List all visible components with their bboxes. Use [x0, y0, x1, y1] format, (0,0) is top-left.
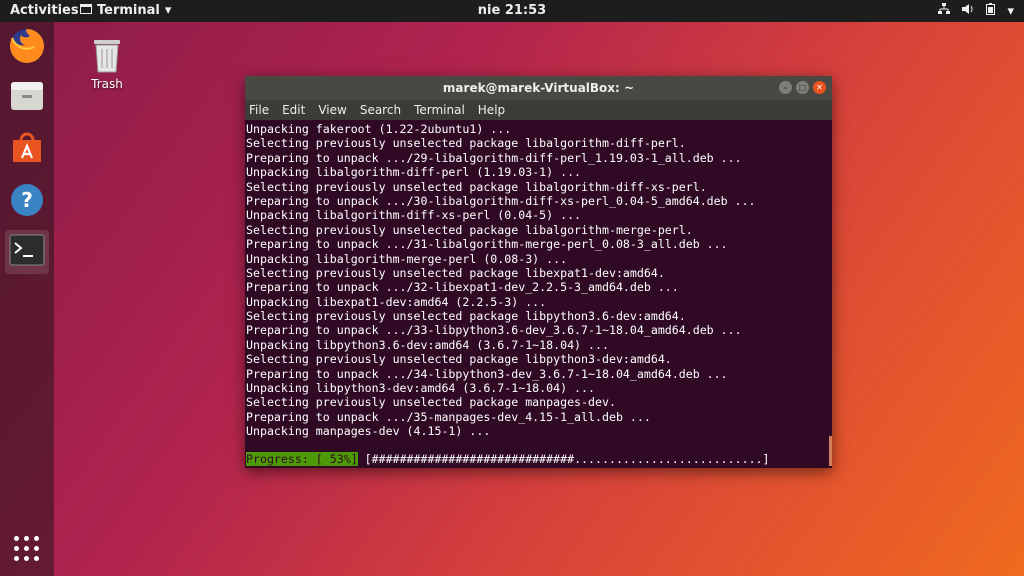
window-menubar: File Edit View Search Terminal Help — [245, 100, 832, 120]
terminal-line: Preparing to unpack .../32-libexpat1-dev… — [246, 280, 679, 295]
system-tray[interactable]: ▾ — [938, 3, 1014, 19]
trash-label: Trash — [91, 77, 123, 91]
terminal-line: Selecting previously unselected package … — [246, 352, 672, 367]
progress-label: Progress: [ 53%] — [246, 452, 358, 466]
terminal-output[interactable]: Unpacking fakeroot (1.22-2ubuntu1) ... S… — [245, 120, 832, 468]
terminal-line: Unpacking manpages-dev (4.15-1) ... — [246, 424, 491, 439]
menu-terminal[interactable]: Terminal — [414, 103, 465, 117]
help-icon: ? — [9, 182, 45, 222]
terminal-line: Selecting previously unselected package … — [246, 179, 707, 194]
dock: ? — [0, 22, 54, 576]
terminal-line: Unpacking libpython3-dev:amd64 (3.6.7-1~… — [246, 381, 596, 396]
menu-help[interactable]: Help — [478, 103, 505, 117]
terminal-line: Selecting previously unselected package … — [246, 265, 665, 280]
minimize-icon[interactable]: – — [779, 81, 792, 94]
software-icon — [9, 130, 45, 170]
terminal-line: Unpacking libalgorithm-merge-perl (0.08-… — [246, 251, 568, 266]
terminal-line: Preparing to unpack .../31-libalgorithm-… — [246, 237, 728, 252]
volume-icon — [962, 3, 974, 19]
terminal-line: Unpacking libexpat1-dev:amd64 (2.2.5-3) … — [246, 294, 547, 309]
terminal-line: Preparing to unpack .../34-libpython3-de… — [246, 366, 728, 381]
menu-view[interactable]: View — [318, 103, 346, 117]
dock-firefox[interactable] — [5, 26, 49, 70]
window-title: marek@marek-VirtualBox: ~ — [442, 81, 635, 95]
terminal-line: Unpacking fakeroot (1.22-2ubuntu1) ... — [246, 122, 512, 136]
trash-icon — [90, 40, 124, 77]
terminal-line: Selecting previously unselected package … — [246, 309, 686, 324]
dock-software[interactable] — [5, 128, 49, 172]
svg-text:?: ? — [21, 188, 33, 212]
progress-bar: [#############################..........… — [357, 452, 770, 466]
network-icon — [938, 3, 951, 19]
dock-help[interactable]: ? — [5, 180, 49, 224]
terminal-scrollbar[interactable] — [829, 436, 832, 466]
terminal-line: Selecting previously unselected package … — [246, 222, 693, 237]
terminal-line: Preparing to unpack .../33-libpython3.6-… — [246, 323, 742, 338]
clock[interactable]: nie 21:53 — [0, 3, 1024, 18]
menu-file[interactable]: File — [249, 103, 269, 117]
window-titlebar[interactable]: marek@marek-VirtualBox: ~ – □ ✕ — [245, 76, 832, 100]
terminal-icon — [9, 234, 45, 270]
top-bar: Activities Terminal ▾ nie 21:53 ▾ — [0, 0, 1024, 22]
terminal-line: Selecting previously unselected package … — [246, 395, 616, 410]
window-controls: – □ ✕ — [779, 81, 826, 94]
menu-edit[interactable]: Edit — [282, 103, 305, 117]
terminal-line: Preparing to unpack .../29-libalgorithm-… — [246, 150, 742, 165]
battery-icon — [986, 3, 996, 19]
maximize-icon[interactable]: □ — [796, 81, 809, 94]
terminal-line: Preparing to unpack .../35-manpages-dev_… — [246, 409, 651, 424]
terminal-line: Unpacking libpython3.6-dev:amd64 (3.6.7-… — [246, 337, 609, 352]
files-icon — [9, 78, 45, 118]
show-applications-icon[interactable] — [14, 536, 40, 562]
terminal-line: Unpacking libalgorithm-diff-perl (1.19.0… — [246, 165, 582, 180]
apt-progress: Progress: [ 53%] [######################… — [246, 452, 770, 466]
terminal-line: Selecting previously unselected package … — [246, 136, 686, 151]
terminal-window[interactable]: marek@marek-VirtualBox: ~ – □ ✕ File Edi… — [245, 76, 832, 468]
dock-terminal[interactable] — [5, 230, 49, 274]
firefox-icon — [8, 27, 46, 69]
menu-search[interactable]: Search — [360, 103, 401, 117]
terminal-line: Unpacking libalgorithm-diff-xs-perl (0.0… — [246, 208, 582, 223]
terminal-line: Preparing to unpack .../30-libalgorithm-… — [246, 193, 756, 208]
close-icon[interactable]: ✕ — [813, 81, 826, 94]
desktop-trash[interactable]: Trash — [84, 36, 130, 91]
power-menu-icon: ▾ — [1007, 3, 1014, 19]
dock-files[interactable] — [5, 76, 49, 120]
